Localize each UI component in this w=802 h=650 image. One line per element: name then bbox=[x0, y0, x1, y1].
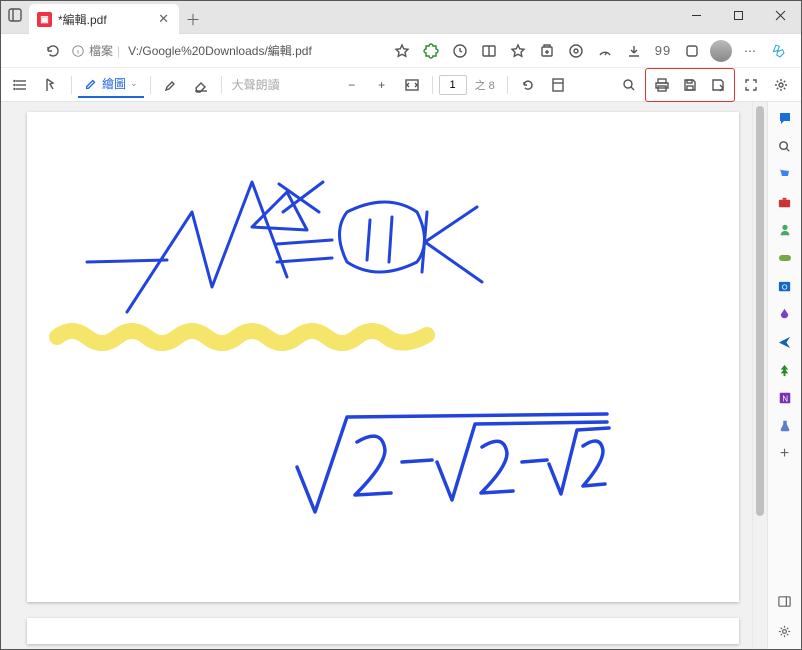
pdf-toolbar: 繪圖 ⌄ 大聲朗讀 − + 之 8 bbox=[1, 68, 801, 102]
settings-gear-icon[interactable] bbox=[767, 71, 795, 99]
pdf-page-next[interactable] bbox=[27, 618, 739, 644]
page-number-input[interactable] bbox=[439, 75, 467, 95]
total-pages-label: 之 8 bbox=[469, 77, 501, 93]
erase-tool-icon[interactable] bbox=[187, 71, 215, 99]
sidebar-chat-icon[interactable] bbox=[775, 108, 795, 128]
maximize-button[interactable] bbox=[717, 1, 759, 29]
sidebar-search-icon[interactable] bbox=[775, 136, 795, 156]
sidebar-tools-icon[interactable] bbox=[775, 192, 795, 212]
sidebar-tree-icon[interactable] bbox=[775, 360, 795, 380]
browser-tab[interactable]: ▣ *編輯.pdf ✕ bbox=[29, 4, 179, 34]
close-tab-button[interactable]: ✕ bbox=[158, 11, 169, 27]
app-icon[interactable] bbox=[678, 37, 706, 65]
copilot-icon[interactable] bbox=[765, 36, 795, 66]
sidebar-add-icon[interactable]: + bbox=[775, 444, 795, 464]
extension-icon[interactable] bbox=[417, 37, 445, 65]
cursor-tool-icon[interactable] bbox=[37, 71, 65, 99]
favorites-icon[interactable] bbox=[504, 37, 532, 65]
sidebar-collapse-icon[interactable] bbox=[775, 591, 795, 611]
sidebar-drop-icon[interactable] bbox=[775, 304, 795, 324]
titlebar: ▣ *編輯.pdf ✕ ＋ bbox=[1, 1, 801, 34]
split-screen-icon[interactable] bbox=[475, 37, 503, 65]
new-tab-button[interactable]: ＋ bbox=[179, 4, 207, 34]
url-text[interactable]: V:/Google%20Downloads/編輯.pdf bbox=[124, 42, 384, 59]
pdf-page[interactable] bbox=[27, 112, 739, 602]
read-aloud-button[interactable]: 大聲朗讀 bbox=[228, 76, 284, 93]
svg-text:O: O bbox=[782, 282, 788, 291]
citations-icon[interactable]: 99 bbox=[649, 37, 677, 65]
pdf-viewport: O N + bbox=[1, 102, 801, 649]
edge-sidebar: O N + bbox=[767, 102, 801, 649]
highlighted-action-group bbox=[645, 68, 735, 102]
find-icon[interactable] bbox=[615, 71, 643, 99]
site-info[interactable]: 檔案 | bbox=[71, 42, 120, 59]
print-icon[interactable] bbox=[648, 71, 676, 99]
sidebar-settings-icon[interactable] bbox=[775, 621, 795, 641]
close-window-button[interactable] bbox=[759, 1, 801, 29]
sidebar-games-icon[interactable] bbox=[775, 248, 795, 268]
downloads-icon[interactable] bbox=[620, 37, 648, 65]
document-scroll-area[interactable] bbox=[1, 102, 752, 649]
zoom-out-button[interactable]: − bbox=[338, 71, 366, 99]
tab-actions-button[interactable] bbox=[1, 1, 29, 29]
history-icon[interactable] bbox=[446, 37, 474, 65]
sidebar-outlook-icon[interactable]: O bbox=[775, 276, 795, 296]
address-bar: 檔案 | V:/Google%20Downloads/編輯.pdf 99 ⋯ bbox=[1, 34, 801, 68]
save-as-icon[interactable] bbox=[704, 71, 732, 99]
sidebar-onenote-icon[interactable]: N bbox=[775, 388, 795, 408]
page-view-icon[interactable] bbox=[544, 71, 572, 99]
profile-avatar[interactable] bbox=[707, 37, 735, 65]
contents-icon[interactable] bbox=[7, 71, 35, 99]
svg-text:N: N bbox=[782, 395, 788, 404]
highlight-tool-icon[interactable] bbox=[157, 71, 185, 99]
sidebar-send-icon[interactable] bbox=[775, 332, 795, 352]
rotate-icon[interactable] bbox=[514, 71, 542, 99]
vertical-scrollbar[interactable] bbox=[752, 102, 767, 649]
zoom-in-button[interactable]: + bbox=[368, 71, 396, 99]
minimize-button[interactable] bbox=[675, 1, 717, 29]
favorite-star-icon[interactable] bbox=[388, 37, 416, 65]
chevron-down-icon: ⌄ bbox=[130, 78, 138, 89]
refresh-button[interactable] bbox=[39, 37, 67, 65]
sidebar-lab-icon[interactable] bbox=[775, 416, 795, 436]
draw-label: 繪圖 bbox=[102, 75, 126, 92]
fit-page-icon[interactable] bbox=[398, 71, 426, 99]
more-menu-icon[interactable]: ⋯ bbox=[736, 37, 764, 65]
tab-title: *編輯.pdf bbox=[58, 11, 152, 28]
save-icon[interactable] bbox=[676, 71, 704, 99]
sidebar-shopping-icon[interactable] bbox=[775, 164, 795, 184]
sidebar-person-icon[interactable] bbox=[775, 220, 795, 240]
pdf-favicon: ▣ bbox=[37, 12, 52, 27]
draw-tool-button[interactable]: 繪圖 ⌄ bbox=[78, 72, 144, 98]
protocol-label: 檔案 bbox=[89, 42, 113, 59]
ink-annotations bbox=[27, 112, 739, 602]
fullscreen-icon[interactable] bbox=[737, 71, 765, 99]
scrollbar-thumb[interactable] bbox=[756, 106, 764, 516]
collections-icon[interactable] bbox=[533, 37, 561, 65]
extensions-icon[interactable] bbox=[562, 37, 590, 65]
performance-icon[interactable] bbox=[591, 37, 619, 65]
